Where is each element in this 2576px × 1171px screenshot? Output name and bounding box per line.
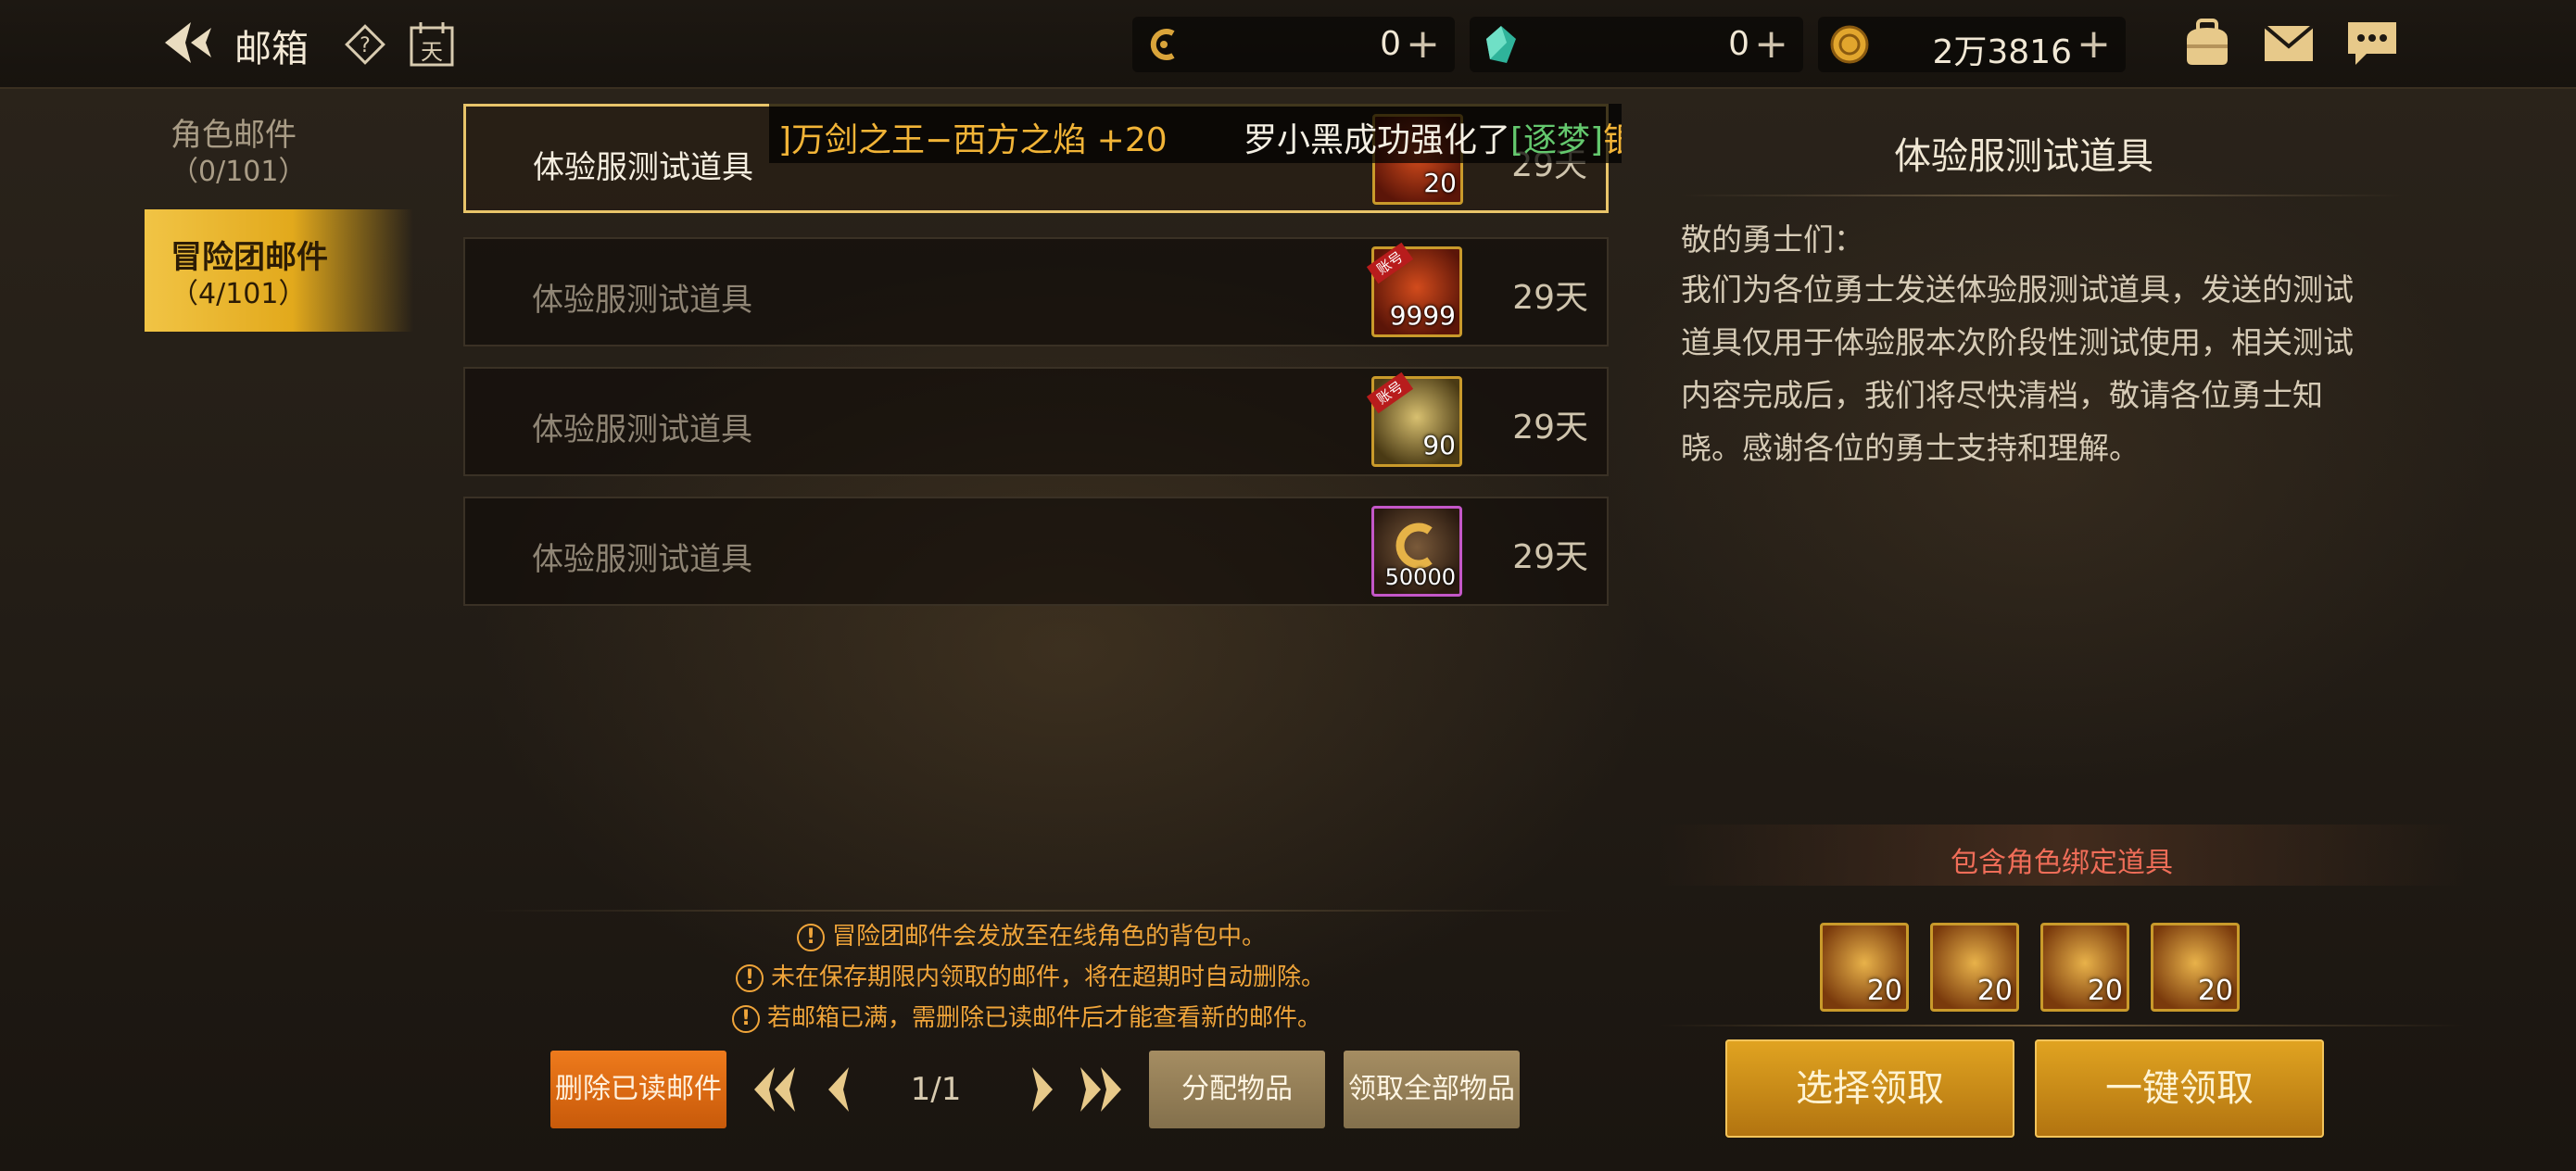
attachment-slot[interactable]: 20 bbox=[2040, 923, 2129, 1012]
warning-icon: ! bbox=[732, 1004, 760, 1033]
attachment-qty: 20 bbox=[2197, 975, 2233, 1007]
tab-adventure-team-mail-count: （4/101） bbox=[170, 278, 307, 310]
mail-subject: 体验服测试道具 bbox=[532, 282, 752, 319]
help-icon[interactable]: ? bbox=[345, 24, 385, 65]
account-badge: 账号 bbox=[1366, 242, 1414, 284]
gold-counter: 2万3816 + bbox=[1818, 17, 2126, 72]
notice-text: 冒险团邮件会发放至在线角色的背包中。 bbox=[832, 923, 1267, 951]
gold-value: 2万3816 bbox=[1932, 33, 2072, 71]
mail-item-qty: 90 bbox=[1422, 430, 1456, 460]
calendar-icon[interactable]: 天 bbox=[408, 20, 456, 69]
claim-all-button[interactable]: 一键领取 bbox=[2035, 1039, 2324, 1138]
mail-expiry: 29天 bbox=[1512, 279, 1588, 317]
mail-subject: 体验服测试道具 bbox=[533, 149, 753, 186]
page-indicator: 1/1 bbox=[910, 1071, 962, 1108]
divider bbox=[1659, 1025, 2465, 1026]
back-arrow-icon[interactable] bbox=[159, 19, 215, 67]
notice-text: 未在保存期限内领取的邮件，将在超期时自动删除。 bbox=[771, 963, 1326, 991]
mail-row[interactable]: 体验服测试道具 29天 账号 90 bbox=[463, 367, 1609, 476]
prev-page-icon[interactable] bbox=[815, 1060, 871, 1119]
broadcast-banner: ]万剑之王−西方之焰 +20 罗小黑成功强化了[逐梦]银河占星者上 bbox=[769, 104, 1622, 163]
page-title: 邮箱 bbox=[234, 28, 309, 70]
attachment-slot[interactable]: 20 bbox=[2151, 923, 2240, 1012]
attachment-slot[interactable]: 20 bbox=[1930, 923, 2019, 1012]
mail-row[interactable]: 体验服测试道具 29天 50000 bbox=[463, 497, 1609, 606]
select-claim-button[interactable]: 选择领取 bbox=[1725, 1039, 2014, 1138]
broadcast-player-text: 罗小黑成功强化了 bbox=[1244, 121, 1511, 159]
mail-item-slot: 账号 90 bbox=[1366, 371, 1462, 467]
attachment-qty: 20 bbox=[1976, 975, 2013, 1007]
broadcast-item-text: 银河占星者上 bbox=[1603, 121, 1622, 159]
gold-add-button[interactable]: + bbox=[2077, 20, 2111, 68]
mail-greeting: 敬的勇士们： bbox=[1681, 221, 1864, 258]
crystal-icon bbox=[1479, 22, 1523, 67]
mail-item-slot: 账号 9999 bbox=[1366, 242, 1462, 337]
attachment-qty: 20 bbox=[2087, 975, 2123, 1007]
mail-subject: 体验服测试道具 bbox=[532, 411, 752, 448]
next-page-icon[interactable] bbox=[1010, 1060, 1066, 1119]
notice-line: ! 若邮箱已满，需删除已读邮件后才能查看新的邮件。 bbox=[732, 999, 1321, 1033]
mail-expiry: 29天 bbox=[1512, 409, 1588, 447]
mail-item-slot: 50000 bbox=[1371, 506, 1462, 597]
receive-all-items-button[interactable]: 领取全部物品 bbox=[1344, 1051, 1520, 1128]
divider bbox=[482, 910, 1575, 912]
mail-detail-title: 体验服测试道具 bbox=[1894, 135, 2153, 178]
broadcast-text-1: ]万剑之王−西方之焰 +20 bbox=[778, 121, 1168, 159]
chat-icon[interactable] bbox=[2344, 17, 2400, 69]
mail-subject: 体验服测试道具 bbox=[532, 541, 752, 578]
svg-text:天: 天 bbox=[421, 39, 443, 65]
mail-item-qty: 20 bbox=[1423, 168, 1457, 198]
crystal-counter: 0 + bbox=[1470, 17, 1803, 72]
last-page-icon[interactable] bbox=[1073, 1060, 1129, 1119]
broadcast-text-2: 罗小黑成功强化了[逐梦]银河占星者上 bbox=[1244, 113, 1622, 161]
mail-expiry: 29天 bbox=[1512, 538, 1588, 576]
mail-row[interactable]: 体验服测试道具 29天 账号 9999 bbox=[463, 237, 1609, 346]
first-page-icon[interactable] bbox=[747, 1060, 802, 1119]
currency-c-value: 0 bbox=[1380, 25, 1401, 63]
gold-coin-icon bbox=[1827, 22, 1872, 67]
notice-line: ! 未在保存期限内领取的邮件，将在超期时自动删除。 bbox=[736, 958, 1325, 992]
account-badge: 账号 bbox=[1366, 371, 1414, 414]
warning-icon: ! bbox=[736, 963, 764, 992]
tab-character-mail-count: （0/101） bbox=[170, 156, 307, 188]
currency-c-counter: 0 + bbox=[1132, 17, 1455, 72]
mail-icon[interactable] bbox=[2261, 17, 2317, 69]
notice-line: ! 冒险团邮件会发放至在线角色的背包中。 bbox=[797, 917, 1266, 951]
distribute-items-button[interactable]: 分配物品 bbox=[1149, 1051, 1325, 1128]
warning-icon: ! bbox=[797, 923, 825, 951]
crystal-value: 0 bbox=[1728, 25, 1749, 63]
currency-c-add-button[interactable]: + bbox=[1406, 20, 1440, 68]
crystal-add-button[interactable]: + bbox=[1754, 20, 1788, 68]
delete-read-mail-button[interactable]: 删除已读邮件 bbox=[550, 1051, 726, 1128]
mail-item-qty: 9999 bbox=[1389, 300, 1456, 331]
bag-icon[interactable] bbox=[2179, 17, 2235, 69]
divider bbox=[1681, 195, 2404, 196]
attachment-slot[interactable]: 20 bbox=[1820, 923, 1909, 1012]
attachment-qty: 20 bbox=[1866, 975, 1902, 1007]
bound-notice-label: 包含角色绑定道具 bbox=[1951, 847, 2173, 879]
svg-text:?: ? bbox=[360, 34, 371, 57]
notice-text: 若邮箱已满，需删除已读邮件后才能查看新的邮件。 bbox=[767, 1004, 1322, 1032]
broadcast-guild-tag: [逐梦] bbox=[1510, 121, 1604, 159]
currency-c-icon bbox=[1142, 22, 1186, 67]
mail-body: 我们为各位勇士发送体验服测试道具，发送的测试道具仅用于体验服本次阶段性测试使用，… bbox=[1681, 271, 2354, 466]
mail-item-qty: 50000 bbox=[1384, 564, 1456, 590]
